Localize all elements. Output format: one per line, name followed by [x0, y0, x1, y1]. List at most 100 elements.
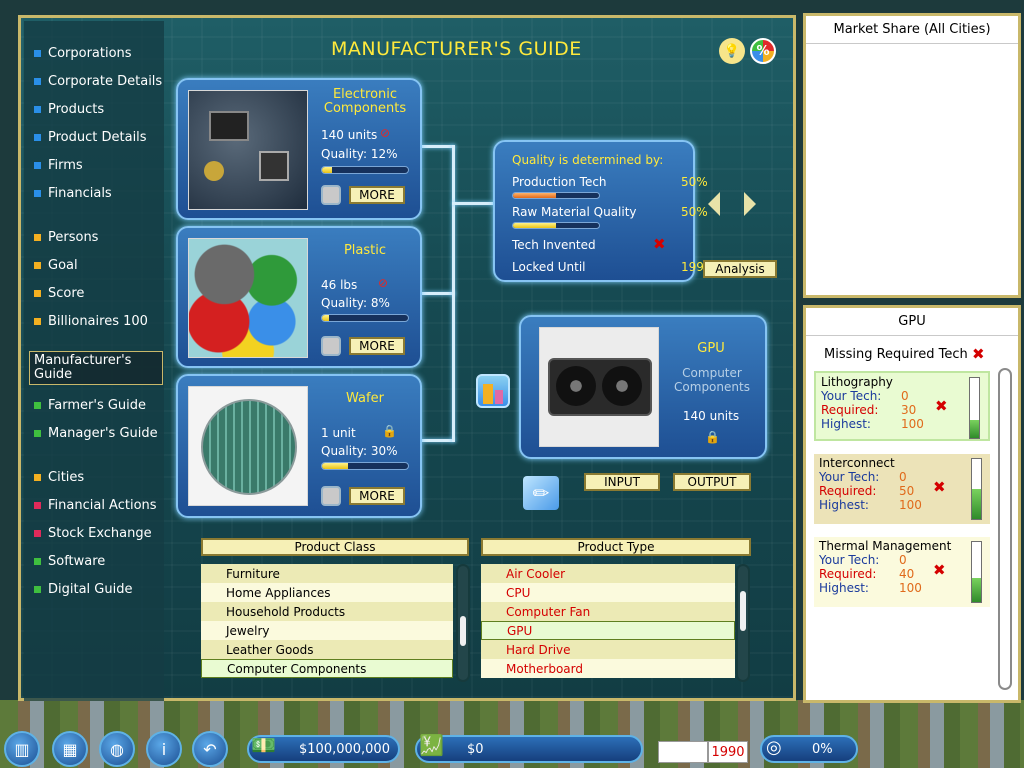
percent-icon[interactable]: % [750, 38, 776, 64]
list-item[interactable]: Air Cooler [481, 564, 735, 583]
nav-item-score[interactable]: Score [34, 282, 84, 304]
input-card-plastic: Plastic 46 lbs ⊘ Quality: 8% MORE [176, 226, 422, 368]
nav-item-billionaires[interactable]: Billionaires 100 [34, 310, 148, 332]
pencil-icon[interactable]: ✏ [523, 476, 559, 510]
percent-value: 0% [812, 741, 833, 757]
quality-bar [321, 166, 409, 174]
production-tech-label: Production Tech [512, 175, 607, 189]
list-item[interactable]: Leather Goods [201, 640, 453, 659]
main-frame: Corporations Corporate Details Products … [18, 15, 796, 701]
input-quality: Quality: 30% [321, 444, 398, 458]
nav-label: Products [48, 101, 105, 117]
nav-item-financials[interactable]: Financials [34, 182, 112, 204]
output-button[interactable]: OUTPUT [673, 473, 751, 491]
undo-icon[interactable]: ↶ [192, 731, 228, 767]
tech-item-lithography[interactable]: Lithography Your Tech: 0 Required: 30 High… [814, 371, 990, 441]
analysis-button[interactable]: Analysis [703, 260, 777, 278]
list-item[interactable]: Jewelry [201, 621, 453, 640]
tech-meter [971, 541, 982, 603]
tech-invented-label: Tech Invented [512, 238, 596, 252]
red-x-icon: ✖ [933, 478, 946, 496]
production-tech-bar-fill [513, 193, 556, 198]
tech-name: Lithography [821, 375, 893, 389]
your-tech-value: 0 [899, 553, 907, 567]
required-label: Required: [821, 403, 879, 417]
nav-item-software[interactable]: Software [34, 550, 105, 572]
nav-item-managers-guide[interactable]: Manager's Guide [34, 422, 158, 444]
quality-bar [321, 314, 409, 322]
more-button[interactable]: MORE [349, 337, 405, 355]
nav-item-corporate-details[interactable]: Corporate Details [34, 70, 162, 92]
date-day: Jan 1 [658, 741, 708, 763]
nav-item-persons[interactable]: Persons [34, 226, 98, 248]
nav-item-financial-actions[interactable]: Financial Actions [34, 494, 157, 516]
nav-item-digital-guide[interactable]: Digital Guide [34, 578, 132, 600]
map-icon[interactable]: ▦ [52, 731, 88, 767]
tech-item-thermal-management[interactable]: Thermal Management Your Tech: 0 Required:… [814, 537, 990, 607]
select-checkbox[interactable] [321, 486, 341, 506]
list-item[interactable]: Home Appliances [201, 583, 453, 602]
bullet-icon [34, 289, 41, 297]
nav-label: Product Details [48, 129, 147, 145]
production-tech-bar [512, 192, 600, 199]
left-arrow-icon[interactable] [708, 192, 720, 216]
list-item[interactable]: Motherboard [481, 659, 735, 678]
product-type-header: Product Type [481, 538, 751, 556]
more-button[interactable]: MORE [349, 487, 405, 505]
nav-item-corporations[interactable]: Corporations [34, 42, 132, 64]
list-item[interactable]: Computer Fan [481, 602, 735, 621]
raw-material-bar [512, 222, 600, 229]
quality-bar-fill [322, 315, 329, 321]
tech-name: Interconnect [819, 456, 895, 470]
locked-until-label: Locked Until [512, 260, 586, 274]
nav-item-product-details[interactable]: Product Details [34, 126, 147, 148]
output-card: GPU Computer Components 140 units 🔒 [519, 315, 767, 459]
missing-tech-label: Missing Required Tech [824, 347, 968, 362]
nav-item-firms[interactable]: Firms [34, 154, 83, 176]
list-item-selected[interactable]: GPU [481, 621, 735, 640]
globe-icon[interactable]: ◍ [99, 731, 135, 767]
select-checkbox[interactable] [321, 336, 341, 356]
input-button[interactable]: INPUT [584, 473, 660, 491]
nav-item-stock-exchange[interactable]: Stock Exchange [34, 522, 152, 544]
nav-item-goal[interactable]: Goal [34, 254, 78, 276]
tech-meter [969, 377, 980, 439]
list-item[interactable]: CPU [481, 583, 735, 602]
plastic-image [188, 238, 308, 358]
list-item-selected[interactable]: Computer Components [201, 659, 453, 678]
list-item[interactable]: Furniture [201, 564, 453, 583]
bulb-icon[interactable]: 💡 [719, 38, 745, 64]
highest-value: 100 [899, 581, 922, 595]
bullet-icon [34, 77, 41, 85]
red-x-icon: ✖ [653, 235, 666, 253]
right-arrow-icon[interactable] [744, 192, 756, 216]
info-icon[interactable]: i [146, 731, 182, 767]
market-share-title: Market Share (All Cities) [806, 16, 1018, 44]
nav-item-products[interactable]: Products [34, 98, 104, 120]
more-button[interactable]: MORE [349, 186, 405, 204]
input-units: 1 unit [321, 426, 356, 440]
highest-label: Highest: [819, 581, 869, 595]
tech-scrollbar[interactable] [998, 368, 1012, 690]
left-nav: Corporations Corporate Details Products … [24, 21, 164, 701]
select-checkbox[interactable] [321, 185, 341, 205]
list-item[interactable]: Household Products [201, 602, 453, 621]
output-category: Computer Components [674, 366, 750, 394]
quality-bar-fill [322, 463, 348, 469]
list-item[interactable]: Hard Drive [481, 640, 735, 659]
date-year: 1990 [708, 741, 748, 763]
quality-bar-fill [322, 167, 333, 173]
nav-item-farmers-guide[interactable]: Farmer's Guide [34, 394, 146, 416]
red-x-icon: ✖ [933, 561, 946, 579]
product-class-scrollbar[interactable] [456, 564, 470, 682]
tech-item-interconnect[interactable]: Interconnect Your Tech: 0 Required: 50 Hig… [814, 454, 990, 524]
building-icon[interactable] [476, 374, 510, 408]
bullet-icon [34, 429, 41, 437]
gpu-image [539, 327, 659, 447]
nav-item-manufacturers-guide[interactable]: Manufacturer's Guide [29, 351, 163, 385]
product-type-scrollbar[interactable] [736, 564, 750, 682]
nav-item-cities[interactable]: Cities [34, 466, 84, 488]
buildings-icon[interactable]: ▥ [4, 731, 40, 767]
required-label: Required: [819, 484, 877, 498]
input-quality: Quality: 12% [321, 147, 398, 161]
